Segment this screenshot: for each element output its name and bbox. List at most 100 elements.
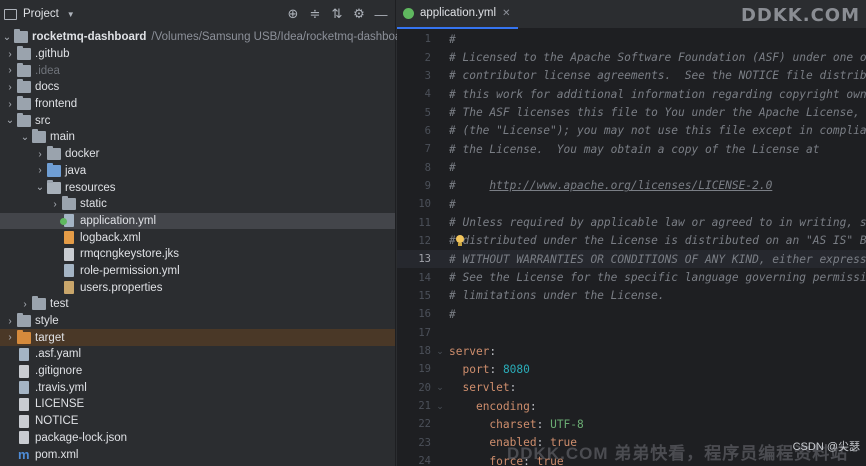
project-tree: ⌄ rocketmq-dashboard /Volumes/Samsung US… bbox=[0, 29, 412, 463]
chevron-right-icon[interactable]: › bbox=[3, 49, 17, 60]
spring-yaml-icon bbox=[403, 7, 414, 19]
yaml-colon: : bbox=[509, 381, 517, 395]
tree-root[interactable]: ⌄ rocketmq-dashboard /Volumes/Samsung US… bbox=[0, 29, 412, 46]
expand-icon[interactable]: ⇅ bbox=[329, 6, 345, 22]
comment-text: # this work for additional information r… bbox=[449, 87, 866, 101]
tree-item[interactable]: › docs bbox=[0, 79, 395, 96]
tree-item[interactable]: logback.xml bbox=[0, 229, 395, 246]
chevron-down-icon[interactable]: ⌄ bbox=[0, 32, 14, 43]
tree-item-label: users.properties bbox=[80, 281, 163, 294]
tree-item-label: style bbox=[35, 315, 59, 328]
fold-marker-icon[interactable]: ⌄ bbox=[431, 401, 449, 412]
folder-icon bbox=[17, 79, 31, 94]
chevron-right-icon[interactable]: › bbox=[48, 199, 62, 210]
tree-item-label: docker bbox=[65, 148, 100, 161]
line-number: 11 bbox=[418, 216, 431, 229]
tree-item[interactable]: › target bbox=[0, 329, 395, 347]
code-line: 3 # contributor license agreements. See t… bbox=[397, 67, 866, 85]
chevron-right-icon[interactable]: › bbox=[3, 99, 17, 110]
tree-item[interactable]: application.yml bbox=[0, 212, 395, 230]
chevron-down-icon[interactable]: ⌄ bbox=[33, 182, 47, 193]
intention-bulb-icon[interactable] bbox=[455, 234, 465, 247]
chevron-down-icon[interactable]: ⌄ bbox=[3, 115, 17, 126]
close-icon[interactable]: ✕ bbox=[502, 8, 510, 19]
chevron-right-icon[interactable]: › bbox=[3, 332, 17, 343]
tree-item[interactable]: ⌄ main bbox=[0, 129, 395, 146]
tree-item[interactable]: .travis.yml bbox=[0, 379, 395, 396]
code-editor[interactable]: 1 #2 # Licensed to the Apache Software Fou… bbox=[397, 30, 866, 466]
tree-item[interactable]: LICENSE bbox=[0, 396, 395, 413]
line-number: 4 bbox=[424, 88, 431, 101]
line-number: 24 bbox=[418, 455, 431, 466]
code-line: 2 # Licensed to the Apache Software Found… bbox=[397, 48, 866, 66]
code-text: # See the License for the specific langu… bbox=[449, 271, 866, 284]
code-text: port: 8080 bbox=[449, 363, 529, 376]
project-panel: Project ▼ ⊕ ≑ ⇅ ⚙ — ⌄ rocketmq-dashboard… bbox=[0, 0, 412, 466]
gear-icon[interactable]: ⚙ bbox=[351, 6, 367, 22]
tree-item[interactable]: ⌄ src bbox=[0, 112, 395, 129]
tree-item[interactable]: rmqcngkeystore.jks bbox=[0, 246, 395, 263]
project-view-selector[interactable]: Project bbox=[23, 8, 59, 20]
yaml-key: charset bbox=[489, 417, 537, 431]
tree-item-label: resources bbox=[65, 181, 116, 194]
chevron-right-icon[interactable]: › bbox=[18, 299, 32, 310]
code-text: # The ASF licenses this file to You unde… bbox=[449, 106, 866, 119]
tree-item[interactable]: .asf.yaml bbox=[0, 346, 395, 363]
tree-item[interactable]: package-lock.json bbox=[0, 430, 395, 447]
tree-item[interactable]: › .idea bbox=[0, 62, 395, 79]
tree-item[interactable]: › .github bbox=[0, 46, 395, 63]
comment-text: # bbox=[449, 197, 456, 211]
chevron-down-icon[interactable]: ▼ bbox=[67, 10, 75, 19]
file-icon bbox=[19, 397, 29, 411]
minimize-icon[interactable]: — bbox=[373, 6, 389, 22]
code-line: 13 # WITHOUT WARRANTIES OR CONDITIONS OF … bbox=[397, 250, 866, 269]
chevron-right-icon[interactable]: › bbox=[3, 82, 17, 93]
excluded-folder-icon bbox=[17, 329, 31, 344]
target-icon[interactable]: ⊕ bbox=[285, 6, 301, 22]
tree-item[interactable]: role-permission.yml bbox=[0, 263, 395, 280]
chevron-right-icon[interactable]: › bbox=[3, 316, 17, 327]
yaml-colon: : bbox=[489, 344, 497, 358]
code-line: 19 port: 8080 bbox=[397, 360, 866, 378]
chevron-down-icon[interactable]: ⌄ bbox=[18, 132, 32, 143]
folder-icon bbox=[14, 29, 28, 44]
tree-item[interactable]: › java bbox=[0, 162, 395, 180]
line-number: 23 bbox=[418, 436, 431, 449]
tree-item[interactable]: m pom.xml bbox=[0, 446, 395, 463]
tree-item[interactable]: NOTICE bbox=[0, 413, 395, 430]
yaml-file-icon bbox=[19, 347, 29, 361]
folder-icon bbox=[17, 96, 31, 111]
spring-leaf-icon bbox=[60, 218, 67, 226]
code-line: 10 # bbox=[397, 195, 866, 213]
fold-marker-icon[interactable]: ⌄ bbox=[431, 346, 449, 357]
tree-item[interactable]: ⌄ resources bbox=[0, 179, 395, 196]
line-number: 3 bbox=[424, 69, 431, 82]
comment-text: # bbox=[449, 32, 456, 46]
tree-item[interactable]: › test bbox=[0, 296, 395, 313]
tree-item[interactable]: › static bbox=[0, 196, 395, 213]
code-line: 8 # bbox=[397, 158, 866, 176]
license-link[interactable]: http://www.apache.org/licenses/LICENSE-2… bbox=[489, 179, 772, 192]
chevron-right-icon[interactable]: › bbox=[33, 149, 47, 160]
tree-item[interactable]: .gitignore bbox=[0, 363, 395, 380]
tree-item[interactable]: › docker bbox=[0, 146, 395, 163]
collapse-icon[interactable]: ≑ bbox=[307, 6, 323, 22]
resources-folder-icon bbox=[47, 179, 61, 194]
comment-text: # Licensed to the Apache Software Founda… bbox=[449, 51, 866, 65]
tree-item[interactable]: › frontend bbox=[0, 96, 395, 113]
tab-application-yml[interactable]: application.yml ✕ bbox=[397, 0, 519, 29]
line-number: 18 bbox=[418, 345, 431, 358]
fold-marker-icon[interactable]: ⌄ bbox=[431, 382, 449, 393]
tree-item[interactable]: users.properties bbox=[0, 279, 395, 296]
line-number: 13 bbox=[418, 253, 431, 266]
tree-item-label: test bbox=[50, 298, 69, 311]
line-number: 7 bbox=[424, 143, 431, 156]
chevron-right-icon[interactable]: › bbox=[33, 165, 47, 176]
folder-icon bbox=[32, 296, 46, 311]
xml-file-icon bbox=[64, 231, 74, 245]
tree-item-label: pom.xml bbox=[35, 448, 79, 461]
tree-item[interactable]: › style bbox=[0, 313, 395, 330]
chevron-right-icon[interactable]: › bbox=[3, 65, 17, 76]
tree-item-label: src bbox=[35, 114, 51, 127]
line-number: 17 bbox=[418, 326, 431, 339]
